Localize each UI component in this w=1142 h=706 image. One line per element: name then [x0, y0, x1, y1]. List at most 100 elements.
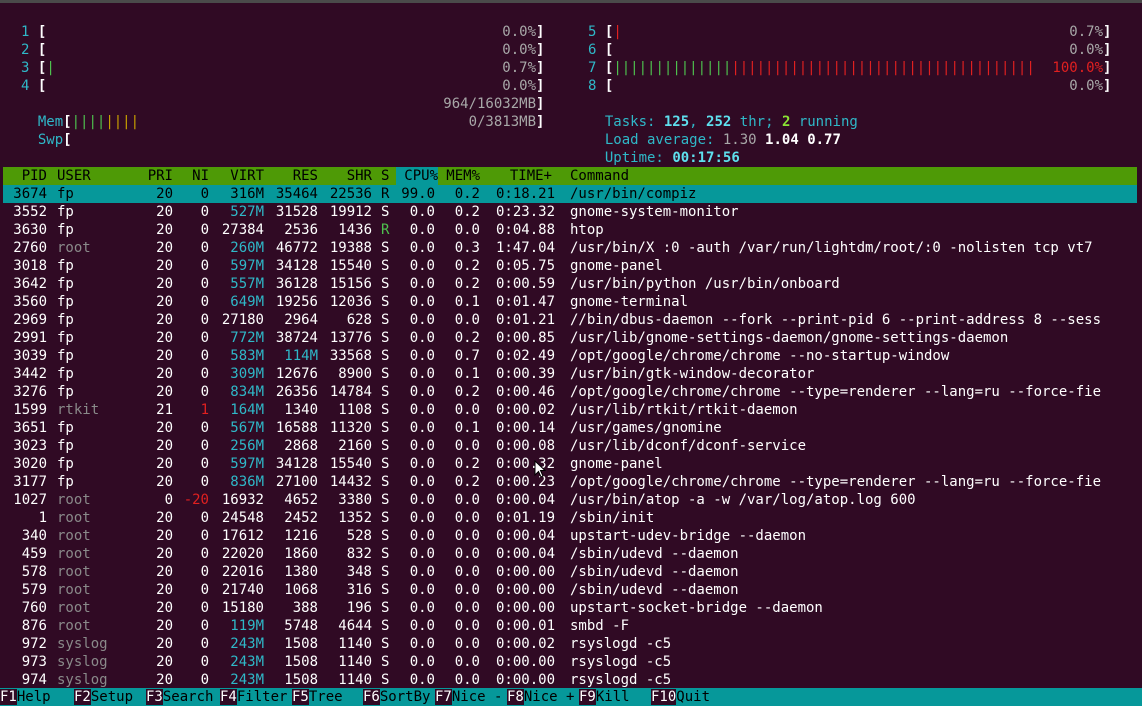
- fkey-f6[interactable]: F6SortBy: [363, 688, 430, 706]
- process-row[interactable]: 760 root 20 0 15180 388 196 S 0.0 0.0 0:00.00 upsta…: [3, 599, 1137, 617]
- column-header-command[interactable]: Command: [570, 167, 1134, 185]
- column-header-pid[interactable]: PID: [3, 167, 47, 185]
- cell-user: syslog: [57, 636, 108, 652]
- cell-res: 19256: [275, 294, 318, 310]
- cell-pid: 3276: [13, 384, 47, 400]
- cell-time: 0:00.02: [496, 636, 556, 652]
- process-row[interactable]: 2760 root 20 0 260M 46772 19388 S 0.0 0.3 1:47.04 /…: [3, 239, 1137, 257]
- process-row[interactable]: 3674 fp 20 0 316M 35464 22536 R 99.0 0.2 0:18.21/u…: [3, 185, 1137, 203]
- column-header-virt[interactable]: VIRT: [214, 167, 264, 185]
- process-row[interactable]: 3560 fp 20 0 649M 19256 12036 S 0.0 0.1 0:01.47 gno…: [3, 293, 1137, 311]
- fkey-f10[interactable]: F10Quit: [651, 688, 710, 706]
- process-row[interactable]: 3442 fp 20 0 309M 12676 8900 S 0.0 0.1 0:00.39/usr…: [3, 365, 1137, 383]
- cell-time: 0:00.01: [496, 618, 556, 634]
- cell-res: 4652: [284, 492, 318, 508]
- cell-user: root: [57, 510, 91, 526]
- cell-shr: 33568: [329, 348, 372, 364]
- cell-cmd: smbd -F: [570, 618, 630, 634]
- process-row[interactable]: 3276 fp 20 0 834M 26356 14784 S 0.0 0.2 0:00.46/op…: [3, 383, 1137, 401]
- cell-cpu: 0.0: [409, 654, 435, 670]
- fkey-f9[interactable]: F9Kill: [579, 688, 630, 706]
- cpu-value: 0.7%: [502, 60, 536, 76]
- cell-virt: 243M: [230, 636, 264, 652]
- column-header-cpu[interactable]: CPU%: [396, 167, 438, 185]
- column-header-time[interactable]: TIME+: [496, 167, 552, 185]
- cell-pri: 0: [164, 492, 173, 508]
- process-row[interactable]: 459 root 20 0 22020 1860 832 S 0.0 0.0 0:00.04/sbi…: [3, 545, 1137, 563]
- cell-ni: 0: [200, 618, 209, 634]
- cell-shr: 1352: [338, 510, 372, 526]
- process-row[interactable]: 973 syslog 20 0 243M 1508 1140 S 0.0 0.0 0:00.00 rs…: [3, 653, 1137, 671]
- fkey-number: F10: [651, 689, 677, 705]
- cell-pid: 760: [21, 600, 47, 616]
- process-row[interactable]: 3018 fp 20 0 597M 34128 15540 S 0.0 0.2 0:05.75 gno…: [3, 257, 1137, 275]
- cell-pid: 3560: [13, 294, 47, 310]
- column-header-ni[interactable]: NI: [180, 167, 209, 185]
- cell-time: 0:04.88: [496, 222, 556, 238]
- cell-cmd: /usr/games/gnomine: [570, 420, 722, 436]
- cell-virt: 597M: [230, 456, 264, 472]
- cell-pid: 1599: [13, 402, 47, 418]
- fkey-f1[interactable]: F1Help: [0, 688, 51, 706]
- cell-shr: 15540: [329, 258, 372, 274]
- cell-ni: 0: [200, 672, 209, 688]
- fkey-f8[interactable]: F8Nice +: [507, 688, 574, 706]
- process-row[interactable]: 972 syslog 20 0 243M 1508 1140 S 0.0 0.0 0:00.02 rs…: [3, 635, 1137, 653]
- cell-pri: 20: [156, 510, 173, 526]
- process-row[interactable]: 578 root 20 0 22016 1380 348 S 0.0 0.0 0:00.00/sbi…: [3, 563, 1137, 581]
- process-row[interactable]: 3039 fp 20 0 583M 114M 33568 S 0.0 0.7 0:02.49/opt…: [3, 347, 1137, 365]
- column-header-pri[interactable]: PRI: [140, 167, 173, 185]
- column-header-shr[interactable]: SHR: [322, 167, 372, 185]
- cell-cpu: 0.0: [409, 294, 435, 310]
- process-row[interactable]: 3552 fp 20 0 527M 31528 19912 S 0.0 0.2 0:23.32 gno…: [3, 203, 1137, 221]
- fkey-number: F5: [292, 689, 309, 705]
- tasks-summary: Tasks: 125, 252 thr; 2 running: [604, 114, 858, 130]
- cell-cpu: 0.0: [409, 312, 435, 328]
- cell-mem: 0.0: [454, 438, 480, 454]
- process-row[interactable]: 1027 root 0 -20 16932 4652 3380 S 0.0 0.0 0:00.04 /…: [3, 491, 1137, 509]
- cell-virt: 243M: [230, 672, 264, 688]
- process-row[interactable]: 3023 fp 20 0 256M 2868 2160 S 0.0 0.0 0:00.08/usr/…: [3, 437, 1137, 455]
- cpu-meter-2: 2 [: [21, 42, 47, 58]
- process-row[interactable]: 3651 fp 20 0 567M 16588 11320 S 0.0 0.1 0:00.14/us…: [3, 419, 1137, 437]
- cell-shr: 628: [346, 312, 372, 328]
- column-header-s[interactable]: S: [381, 167, 393, 185]
- process-row[interactable]: 3642 fp 20 0 557M 36128 15156 S 0.0 0.2 0:00.59/us…: [3, 275, 1137, 293]
- fkey-f2[interactable]: F2Setup: [74, 688, 133, 706]
- cell-shr: 832: [346, 546, 372, 562]
- cell-user: fp: [57, 204, 74, 220]
- cell-cpu: 0.0: [409, 492, 435, 508]
- process-row[interactable]: 3020 fp 20 0 597M 34128 15540 S 0.0 0.2 0:00.32 gno…: [3, 455, 1137, 473]
- process-row[interactable]: 974 syslog 20 0 243M 1508 1140 S 0.0 0.0 0:00.00 rs…: [3, 671, 1137, 689]
- cell-mem: 0.2: [454, 474, 480, 490]
- cell-cmd: upstart-udev-bridge --daemon: [570, 528, 807, 544]
- process-row[interactable]: 3177 fp 20 0 836M 27100 14432 S 0.0 0.2 0:00.23/op…: [3, 473, 1137, 491]
- process-row[interactable]: 1 root 20 0 24548 2452 1352 S 0.0 0.0 0:01.19/sbin…: [3, 509, 1137, 527]
- cell-user: root: [57, 492, 91, 508]
- column-header-res[interactable]: RES: [268, 167, 318, 185]
- process-row[interactable]: 2991 fp 20 0 772M 38724 13776 S 0.0 0.2 0:00.85/us…: [3, 329, 1137, 347]
- column-header-mem[interactable]: MEM%: [444, 167, 480, 185]
- cell-shr: 348: [346, 564, 372, 580]
- process-row[interactable]: 876 root 20 0 119M 5748 4644 S 0.0 0.0 0:00.01 smbd…: [3, 617, 1137, 635]
- process-row[interactable]: 1599 rtkit 21 1 164M 1340 1108 S 0.0 0.0 0:00.02/u…: [3, 401, 1137, 419]
- cell-virt: 22016: [221, 564, 264, 580]
- fkey-f4[interactable]: F4Filter: [220, 688, 287, 706]
- cell-shr: 14432: [329, 474, 372, 490]
- cell-pri: 20: [156, 384, 173, 400]
- fkey-f7[interactable]: F7Nice -: [435, 688, 502, 706]
- cell-cmd: gnome-system-monitor: [570, 204, 739, 220]
- cell-mem: 0.2: [454, 456, 480, 472]
- fkey-f3[interactable]: F3Search: [146, 688, 213, 706]
- process-row[interactable]: 340 root 20 0 17612 1216 528 S 0.0 0.0 0:00.04 upst…: [3, 527, 1137, 545]
- process-row[interactable]: 3630 fp 20 0 27384 2536 1436 R 0.0 0.0 0:04.88 htop: [3, 221, 1137, 239]
- process-row[interactable]: 2969 fp 20 0 27180 2964 628 S 0.0 0.0 0:01.21 //bin…: [3, 311, 1137, 329]
- cell-res: 1340: [284, 402, 318, 418]
- process-row[interactable]: 579 root 20 0 21740 1068 316 S 0.0 0.0 0:00.00/sbi…: [3, 581, 1137, 599]
- fkey-f5[interactable]: F5Tree: [292, 688, 343, 706]
- cell-pri: 20: [156, 654, 173, 670]
- column-header-user[interactable]: USER: [57, 167, 147, 185]
- cpu-meter-8: 8 [: [588, 78, 614, 94]
- fkey-label: Nice -: [451, 689, 503, 705]
- cell-shr: 14784: [329, 384, 372, 400]
